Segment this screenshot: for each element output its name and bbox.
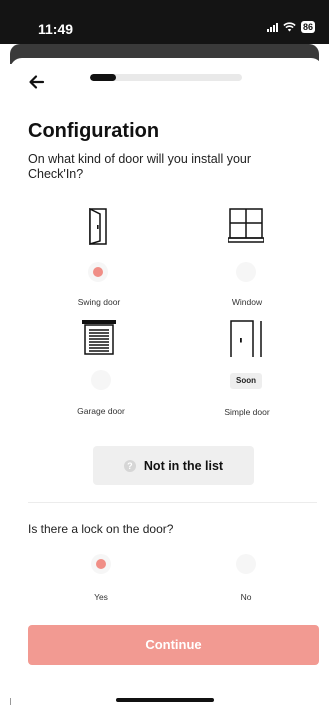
arrow-left-icon [29, 75, 45, 89]
radio-lock-no[interactable] [236, 554, 256, 574]
door-question: On what kind of door will you install yo… [28, 152, 252, 181]
edge-mark [10, 698, 11, 705]
wifi-icon [283, 22, 296, 32]
continue-button[interactable]: Continue [28, 625, 319, 665]
radio-window[interactable] [236, 262, 256, 282]
question-mark-icon: ? [123, 459, 136, 472]
signal-icon [266, 22, 278, 32]
radio-selected-dot [93, 267, 103, 277]
simple-door-icon [230, 320, 262, 357]
option-label-garage-door: Garage door [77, 406, 125, 416]
progress-bar [90, 74, 242, 81]
radio-garage-door[interactable] [91, 370, 111, 390]
status-time: 11:49 [38, 21, 74, 37]
battery-icon: 86 [300, 21, 315, 33]
option-label-swing-door: Swing door [77, 297, 121, 307]
window-icon [228, 208, 264, 243]
option-label-window: Window [231, 297, 263, 307]
lock-question: Is there a lock on the door? [28, 522, 174, 536]
progress-fill [90, 74, 116, 81]
not-in-list-button[interactable]: ? Not in the list [93, 446, 254, 485]
back-button[interactable] [28, 72, 52, 92]
swing-door-icon [89, 208, 107, 246]
section-divider [28, 502, 317, 503]
page-title: Configuration [28, 120, 160, 142]
not-in-list-label: Not in the list [143, 458, 224, 473]
radio-selected-dot [96, 559, 106, 569]
soon-badge: Soon [230, 373, 262, 389]
status-icons: 86 [266, 21, 315, 33]
status-bar: 11:49 86 [0, 0, 329, 44]
radio-swing-door[interactable] [88, 262, 108, 282]
garage-door-icon [82, 320, 116, 355]
option-label-simple-door: Simple door [224, 407, 270, 417]
radio-lock-yes[interactable] [91, 554, 111, 574]
lock-option-label-no: No [240, 592, 252, 602]
home-indicator[interactable] [116, 698, 214, 702]
lock-option-label-yes: Yes [94, 592, 108, 602]
